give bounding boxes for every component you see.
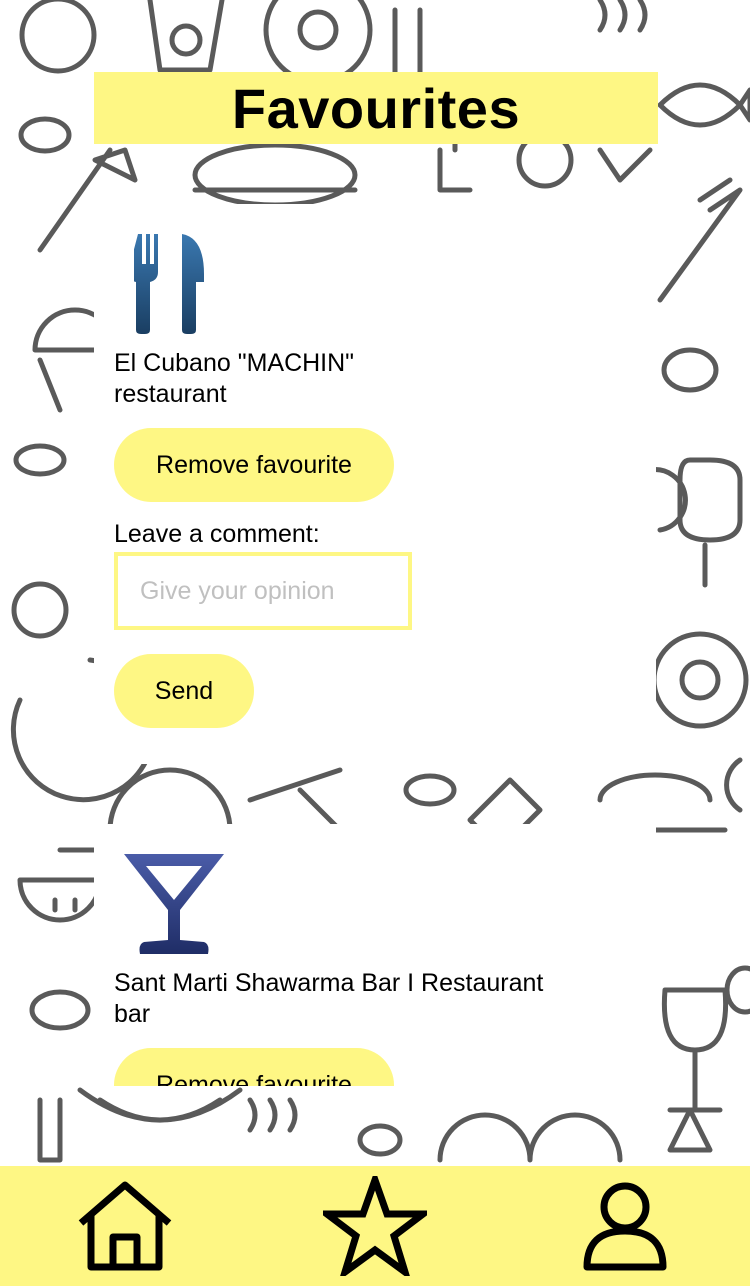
venue-name: Sant Marti Shawarma Bar I Restaurant [114,969,544,997]
user-icon [583,1181,667,1271]
restaurant-cutlery-icon [128,234,206,339]
page-header: Favourites [94,72,658,144]
page-title: Favourites [231,76,521,140]
comment-label: Leave a comment: [114,520,320,548]
comment-input[interactable] [114,552,412,630]
favourite-card: Sant Marti Shawarma Bar I Restaurant bar… [94,824,656,1086]
remove-favourite-button[interactable]: Remove favourite [114,1048,394,1086]
tab-favourites[interactable] [250,1166,500,1286]
star-icon [323,1176,427,1276]
favourites-list[interactable]: El Cubano "MACHIN" restaurant Remove fav… [94,204,656,1086]
venue-type: restaurant [114,380,227,408]
bottom-tab-bar [0,1166,750,1286]
tab-profile[interactable] [500,1166,750,1286]
venue-name: El Cubano "MACHIN" [114,349,355,377]
send-button[interactable]: Send [114,654,254,728]
bar-cocktail-icon [124,854,224,961]
card-gap [94,764,656,824]
tab-home[interactable] [0,1166,250,1286]
favourite-card: El Cubano "MACHIN" restaurant Remove fav… [94,204,656,764]
venue-type: bar [114,1000,151,1028]
home-icon [77,1181,173,1271]
remove-favourite-button[interactable]: Remove favourite [114,428,394,502]
